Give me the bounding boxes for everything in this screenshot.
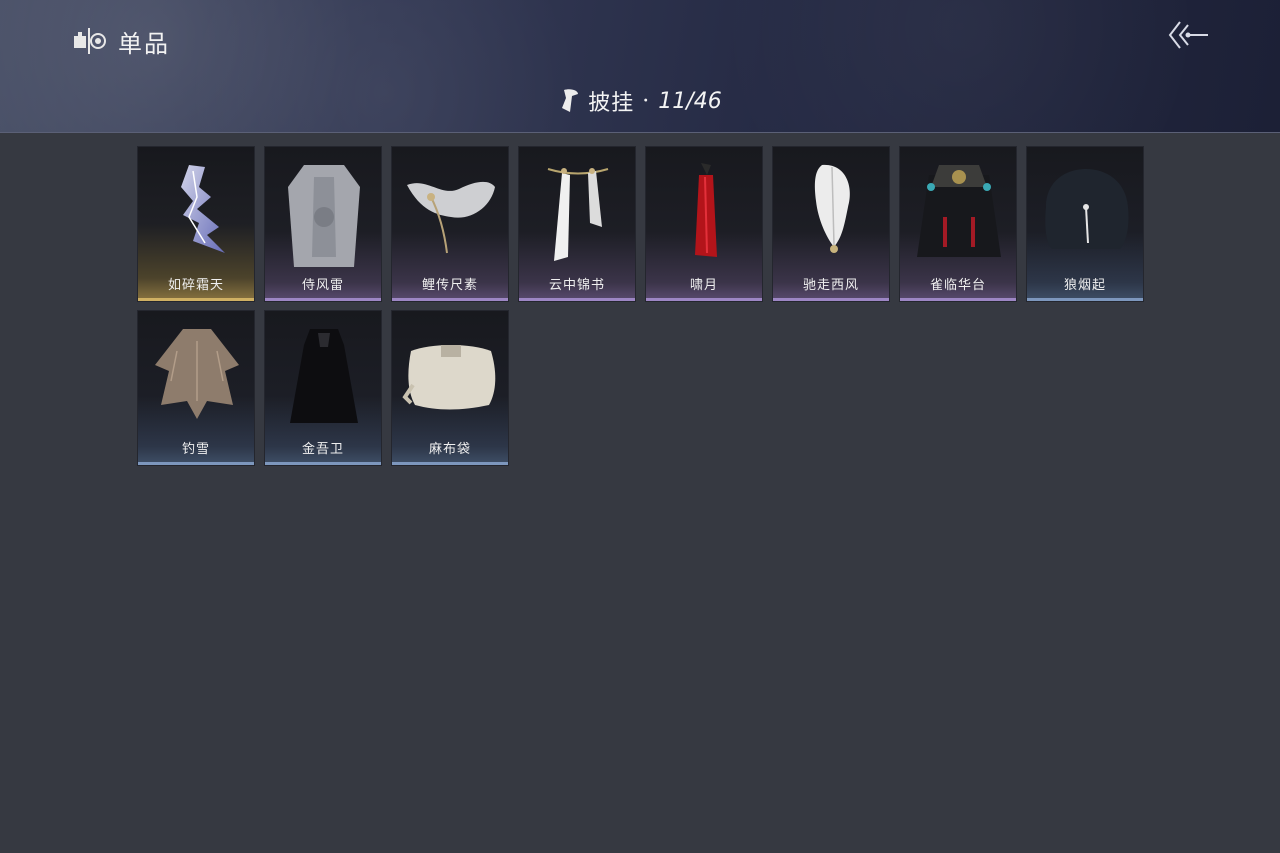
item-card[interactable]: 金吾卫 [264, 310, 382, 466]
item-card[interactable]: 雀临华台 [899, 146, 1017, 302]
black-cloak-icon [290, 329, 358, 423]
back-arrow-icon[interactable] [1166, 18, 1212, 52]
rarity-bar [519, 298, 635, 301]
rarity-bar [392, 462, 508, 465]
rarity-bar [265, 462, 381, 465]
item-card[interactable]: 云中锦书 [518, 146, 636, 302]
rarity-bar [265, 298, 381, 301]
page-title: 单品 [118, 29, 170, 58]
white-ribbons-icon [547, 168, 609, 261]
item-name: 麻布袋 [428, 442, 471, 457]
item-card[interactable]: 鲤传尺素 [391, 146, 509, 302]
rarity-bar [138, 298, 254, 301]
category-separator: · [642, 88, 651, 114]
sack-icon [402, 345, 496, 410]
item-card[interactable]: 啸月 [645, 146, 763, 302]
category-count: 11/46 [658, 88, 722, 114]
item-card[interactable]: 狼烟起 [1026, 146, 1144, 302]
item-name: 驰走西风 [802, 278, 859, 293]
cape-category-icon [562, 89, 579, 112]
item-card[interactable]: 钓雪 [137, 310, 255, 466]
wardrobe-icon [74, 28, 106, 54]
category-label: 披挂 [588, 91, 635, 116]
white-scarf-icon [407, 181, 495, 254]
rarity-bar [1027, 298, 1143, 301]
item-name: 啸月 [689, 278, 718, 293]
item-name: 钓雪 [181, 442, 210, 457]
item-grid: 如碎霜天 侍风雷 鲤传尺素 云中锦书 啸月 驰走西风 雀临华台 狼烟起 钓雪 金… [137, 146, 1145, 466]
item-card[interactable]: 如碎霜天 [137, 146, 255, 302]
item-card[interactable]: 驰走西风 [772, 146, 890, 302]
straw-cape-icon [155, 329, 239, 419]
rarity-bar [138, 462, 254, 465]
item-name: 侍风雷 [301, 278, 344, 293]
item-name: 如碎霜天 [167, 278, 224, 293]
white-feather-icon [814, 164, 850, 253]
item-name: 雀临华台 [929, 278, 986, 293]
red-feather-icon [695, 163, 717, 257]
item-card[interactable]: 麻布袋 [391, 310, 509, 466]
item-name: 狼烟起 [1063, 278, 1106, 293]
category-heading: 披挂 · 11/46 [0, 84, 1280, 118]
item-card[interactable]: 侍风雷 [264, 146, 382, 302]
lightning-cape-icon [181, 165, 225, 253]
page-title-group: 单品 [72, 24, 170, 58]
fur-cape-icon [1045, 169, 1129, 249]
item-name: 金吾卫 [301, 442, 344, 457]
header-banner: 单品 披挂 · 11/46 [0, 0, 1280, 133]
rarity-bar [392, 298, 508, 301]
grey-robe-icon [288, 165, 360, 267]
item-name: 鲤传尺素 [421, 278, 478, 293]
ornate-cape-icon [917, 165, 1001, 257]
item-name: 云中锦书 [548, 278, 605, 293]
rarity-bar [773, 298, 889, 301]
rarity-bar [900, 298, 1016, 301]
rarity-bar [646, 298, 762, 301]
